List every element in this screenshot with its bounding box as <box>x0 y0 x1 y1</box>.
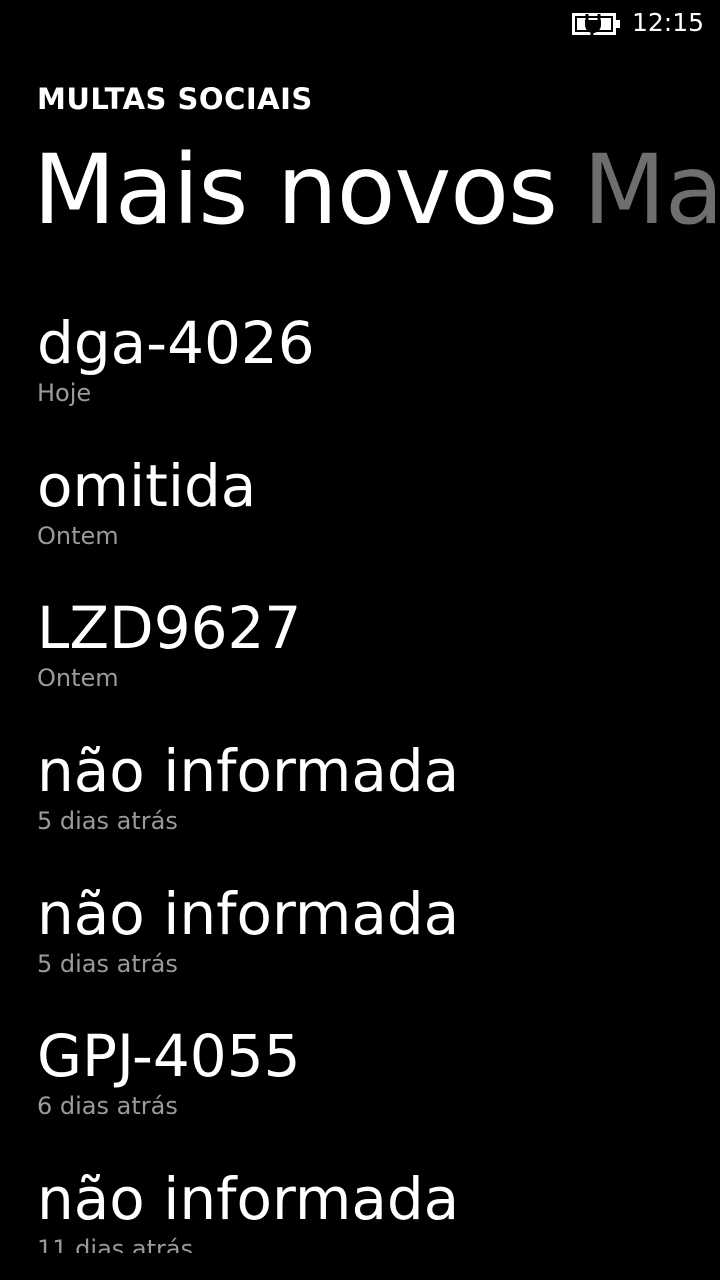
item-plate: não informada <box>37 1165 460 1234</box>
pivot-item-next[interactable]: Ma <box>583 132 720 248</box>
list-item[interactable]: não informada 5 dias atrás <box>37 876 720 1019</box>
item-date: 6 dias atrás <box>37 1092 178 1121</box>
item-date: 11 dias atrás <box>37 1235 194 1253</box>
item-plate: omitida <box>37 451 257 520</box>
item-date: Hoje <box>37 379 92 407</box>
item-plate: GPJ-4055 <box>37 1022 301 1091</box>
pivot-header: Mais novos Ma <box>33 132 720 252</box>
item-plate: não informada <box>37 879 460 948</box>
item-plate: LZD9627 <box>37 594 302 663</box>
list-item[interactable]: dga-4026 Hoje <box>37 305 720 448</box>
item-date: Ontem <box>37 521 119 550</box>
app-title: MULTAS SOCIAIS <box>37 82 313 116</box>
list-item[interactable]: não informada 11 dias atrás <box>37 1161 720 1253</box>
list-item[interactable]: não informada 5 dias atrás <box>37 733 720 876</box>
item-date: 5 dias atrás <box>37 949 178 978</box>
battery-charging-icon <box>572 13 620 37</box>
list-item[interactable]: GPJ-4055 6 dias atrás <box>37 1018 720 1161</box>
item-plate: não informada <box>37 737 460 806</box>
item-date: 5 dias atrás <box>37 807 178 836</box>
list-item[interactable]: omitida Ontem <box>37 448 720 591</box>
fines-list: dga-4026 Hoje omitida Ontem LZD9627 Onte… <box>37 305 720 1253</box>
status-bar: 12:15 <box>0 0 720 50</box>
pivot-item-mais-novos[interactable]: Mais novos <box>33 132 558 248</box>
list-item[interactable]: LZD9627 Ontem <box>37 590 720 733</box>
item-plate: dga-4026 <box>37 309 315 377</box>
item-date: Ontem <box>37 664 119 693</box>
clock: 12:15 <box>631 8 704 37</box>
